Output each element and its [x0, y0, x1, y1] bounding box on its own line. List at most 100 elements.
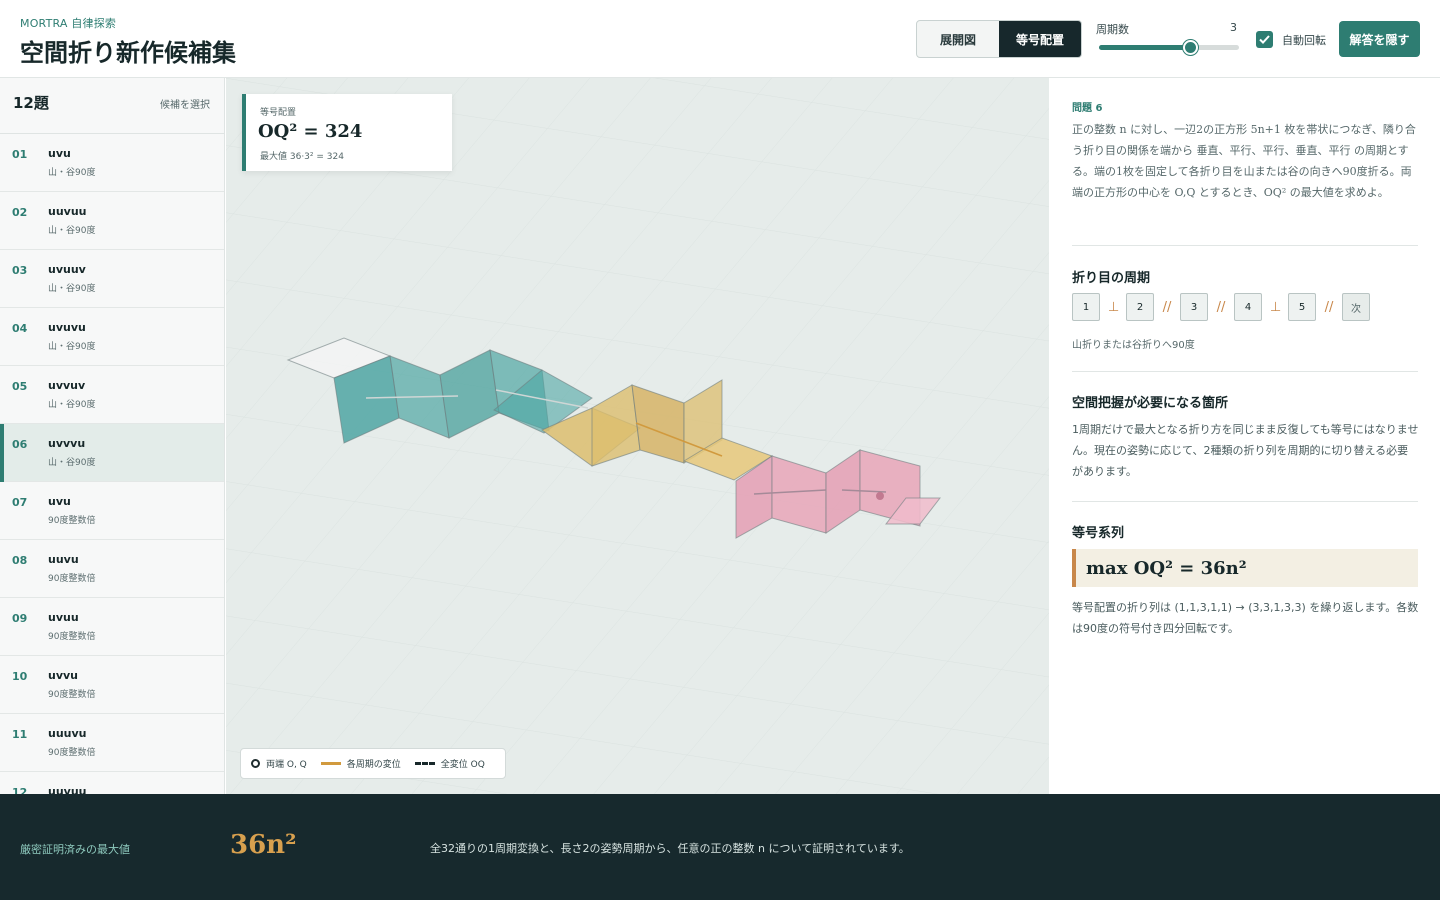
list-item[interactable]: 11 uuuvu 90度整数倍	[0, 714, 224, 772]
item-subtitle: 山・谷90度	[48, 168, 96, 178]
item-number: 07	[12, 496, 28, 509]
period-slider[interactable]	[1099, 40, 1239, 55]
period-slider-thumb[interactable]	[1183, 40, 1198, 55]
list-item[interactable]: 03 uvuuv 山・谷90度	[0, 250, 224, 308]
period-label: 周期数	[1096, 23, 1129, 36]
legend: 両端 O, Q 各周期の変位 全変位 OQ	[240, 748, 506, 779]
item-number: 08	[12, 554, 28, 567]
item-name: uvu	[48, 147, 71, 160]
auto-rotate-label: 自動回転	[1282, 34, 1326, 47]
item-number: 05	[12, 380, 28, 393]
spatial-explanation: 1周期だけで最大となる折り方を同じまま反復しても等号にはなりません。現在の姿勢に…	[1072, 423, 1419, 478]
divider	[1072, 245, 1418, 246]
item-number: 06	[12, 438, 28, 451]
fold-model	[226, 78, 1049, 794]
fold-box: 2	[1126, 293, 1154, 321]
list-item[interactable]: 02 uuvuu 山・谷90度	[0, 192, 224, 250]
item-number: 03	[12, 264, 28, 277]
footer-text: 全32通りの1周期変換と、長さ2の姿勢周期から、任意の正の整数 n について証明…	[430, 842, 910, 855]
dashed-line-icon	[414, 762, 435, 765]
footer-label: 厳密証明済みの最大値	[20, 843, 130, 856]
fold-chain: 1 ⊥ 2 // 3 // 4 ⊥ 5 // 次	[1072, 293, 1370, 321]
item-number: 09	[12, 612, 28, 625]
list-item[interactable]: 12 uuvuu	[0, 772, 224, 794]
check-icon	[1259, 35, 1270, 44]
relation-symbol: ⊥	[1270, 299, 1282, 315]
candidate-list: 12題 候補を選択 01 uvu 山・谷90度 02 uuvuu 山・谷90度 …	[0, 78, 225, 794]
item-number: 10	[12, 670, 28, 683]
section-title: 空間把握が必要になる箇所	[1072, 396, 1229, 411]
item-name: uvvuv	[48, 379, 86, 392]
list-item[interactable]: 09 uvuu 90度整数倍	[0, 598, 224, 656]
view-net-button[interactable]: 展開図	[917, 21, 999, 57]
fold-box: 1	[1072, 293, 1100, 321]
item-name: uvuu	[48, 611, 79, 624]
list-item[interactable]: 05 uvvuv 山・谷90度	[0, 366, 224, 424]
formula-box: max OQ² = 36n²	[1072, 549, 1418, 587]
legend-label: 各周期の変位	[346, 760, 401, 770]
brand-subtitle: MORTRA 自律探索	[20, 17, 117, 30]
item-number: 12	[12, 786, 28, 794]
item-subtitle: 90度整数倍	[48, 632, 96, 642]
fold-box: 4	[1234, 293, 1262, 321]
item-name: uuuvu	[48, 727, 87, 740]
list-hint: 候補を選択	[160, 100, 210, 111]
legend-label: 両端 O, Q	[266, 760, 307, 770]
auto-rotate-checkbox[interactable]	[1256, 31, 1273, 48]
item-subtitle: 山・谷90度	[48, 400, 96, 410]
legend-period: 各周期の変位	[320, 757, 401, 770]
item-name: uuvuu	[48, 205, 87, 218]
list-header: 12題 候補を選択	[0, 78, 224, 134]
problem-panel: 問題 6 正の整数 n に対し、一辺2の正方形 5n+1 枚を帯状につなぎ、隣り…	[1050, 78, 1440, 794]
section-title: 等号系列	[1072, 526, 1125, 541]
section-title: 折り目の周期	[1072, 271, 1151, 286]
list-item-selected[interactable]: 06 uvvvu 山・谷90度	[0, 424, 224, 482]
view-equality-button[interactable]: 等号配置	[999, 21, 1081, 57]
legend-total: 全変位 OQ	[414, 757, 485, 770]
legend-endpoints: 両端 O, Q	[251, 757, 307, 770]
item-name: uvu	[48, 495, 71, 508]
list-item[interactable]: 01 uvu 山・谷90度	[0, 134, 224, 192]
view-toggle: 展開図 等号配置	[916, 20, 1082, 58]
list-item[interactable]: 04 uvuvu 山・谷90度	[0, 308, 224, 366]
fold-box-next: 次	[1342, 293, 1370, 321]
item-subtitle: 山・谷90度	[48, 226, 96, 236]
circle-icon	[251, 759, 260, 768]
problem-count: 12題	[13, 94, 49, 112]
endpoint-q	[876, 492, 884, 500]
sequence-explanation: 等号配置の折り列は (1,1,3,1,1) → (3,3,1,3,3) を繰り返…	[1072, 601, 1419, 635]
item-number: 04	[12, 322, 28, 335]
app-header: MORTRA 自律探索 空間折り新作候補集 展開図 等号配置 周期数 3 自動回…	[0, 0, 1440, 78]
legend-label: 全変位 OQ	[440, 760, 485, 770]
list-item[interactable]: 08 uuvu 90度整数倍	[0, 540, 224, 598]
item-name: uuvu	[48, 553, 79, 566]
hide-answer-button[interactable]: 解答を隠す	[1339, 21, 1420, 57]
item-name: uvuvu	[48, 321, 86, 334]
fold-box: 3	[1180, 293, 1208, 321]
item-name: uvvvu	[48, 437, 86, 450]
list-item[interactable]: 07 uvu 90度整数倍	[0, 482, 224, 540]
item-subtitle: 山・谷90度	[48, 284, 96, 294]
line-icon	[320, 762, 341, 765]
problem-tag: 問題 6	[1072, 103, 1103, 114]
period-value: 3	[1230, 21, 1237, 34]
result-card: 等号配置 OQ² = 324 最大値 36·3² = 324	[242, 94, 452, 171]
item-number: 02	[12, 206, 28, 219]
item-name: uuvuu	[48, 785, 87, 794]
item-subtitle: 山・谷90度	[48, 458, 96, 468]
period-slider-fill	[1099, 45, 1190, 50]
relation-symbol: ⊥	[1108, 299, 1120, 315]
fold-3d-viewport[interactable]: 等号配置 OQ² = 324 最大値 36·3² = 324 両端 O, Q 各…	[226, 78, 1049, 794]
list-item[interactable]: 10 uvvu 90度整数倍	[0, 656, 224, 714]
item-name: uvvu	[48, 669, 79, 682]
footer-bar: 厳密証明済みの最大値 36n² 全32通りの1周期変換と、長さ2の姿勢周期から、…	[0, 794, 1440, 900]
item-number: 01	[12, 148, 28, 161]
item-subtitle: 90度整数倍	[48, 516, 96, 526]
fold-note: 山折りまたは谷折りへ90度	[1072, 340, 1195, 351]
relation-symbol: //	[1162, 299, 1172, 315]
problem-text: 正の整数 n に対し、一辺2の正方形 5n+1 枚を帯状につなぎ、隣り合う折り目…	[1072, 123, 1416, 199]
item-subtitle: 90度整数倍	[48, 574, 96, 584]
fold-box: 5	[1288, 293, 1316, 321]
page-title: 空間折り新作候補集	[20, 39, 236, 67]
footer-value: 36n²	[230, 830, 297, 860]
